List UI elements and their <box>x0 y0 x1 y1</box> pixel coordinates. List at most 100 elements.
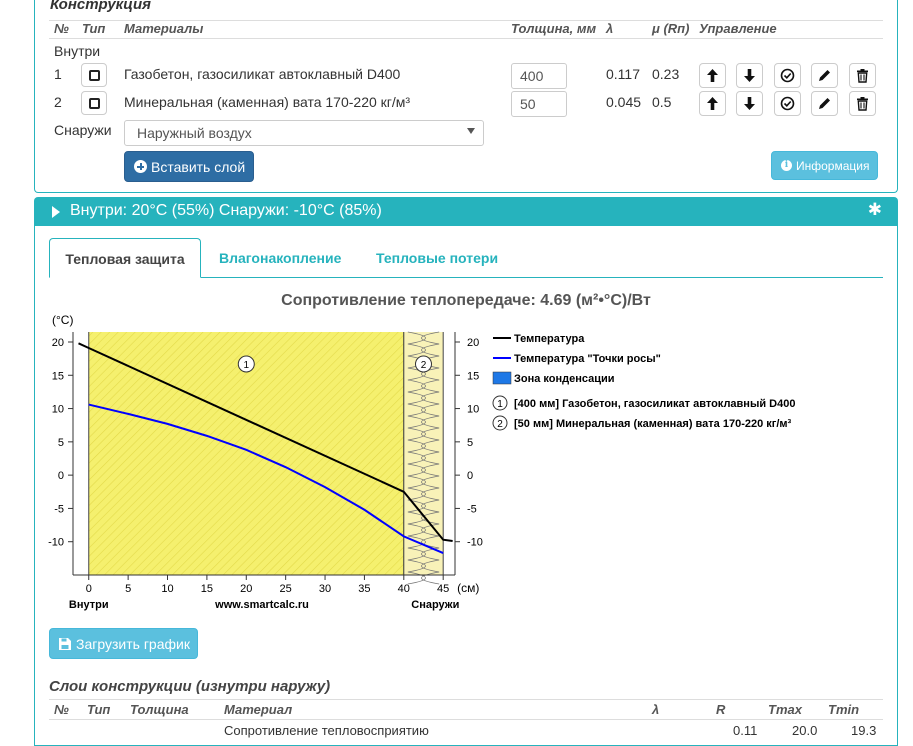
y-tick-label: 10 <box>52 404 64 416</box>
x-tick-label: 10 <box>161 583 173 595</box>
download-chart-label: Загрузить график <box>76 636 190 652</box>
lt-row-r: 0.11 <box>733 723 758 738</box>
x-axis-unit: (см) <box>457 581 479 595</box>
x-tick-label: 15 <box>201 583 213 595</box>
y-tick-label-right: 20 <box>467 337 479 349</box>
arrow-up-icon <box>707 69 718 82</box>
tab-moisture[interactable]: Влагонакопление <box>219 238 341 278</box>
divider <box>49 719 883 720</box>
y-tick-label: 5 <box>58 437 64 449</box>
square-icon <box>89 70 100 81</box>
select-layer-button[interactable] <box>774 63 801 88</box>
col-lambda-header: λ <box>606 21 614 36</box>
x-tick-label: 30 <box>319 583 331 595</box>
lt-row-tmin: 19.3 <box>851 723 877 738</box>
delete-layer-button[interactable] <box>849 63 876 88</box>
lt-num-header: № <box>54 702 69 717</box>
divider <box>49 38 883 39</box>
chevron-down-icon <box>467 128 475 134</box>
pencil-icon <box>819 98 830 109</box>
construction-title: Конструкция <box>50 0 151 13</box>
lt-tmax-header: Tmax <box>768 702 802 717</box>
lt-lambda-header: λ <box>652 702 660 717</box>
col-type-header: Тип <box>82 21 106 36</box>
trash-icon <box>857 69 868 83</box>
layer-type-button[interactable] <box>81 63 107 87</box>
outside-select-value: Наружный воздух <box>137 125 252 141</box>
legend-label: [50 мм] Минеральная (каменная) вата 170-… <box>514 418 792 430</box>
outside-select[interactable]: Наружный воздух <box>124 120 484 146</box>
layer-material: Газобетон, газосиликат автоклавный D400 <box>124 66 401 82</box>
divider <box>49 699 883 700</box>
lt-r-header: R <box>716 702 726 717</box>
conditions-text: Внутри: 20°C (55%) Снаружи: -10°C (85%) <box>70 202 382 219</box>
caret-right-icon <box>52 206 60 218</box>
construction-panel: Конструкция № Тип Материалы Толщина, мм … <box>34 0 898 193</box>
download-chart-button[interactable]: Загрузить график <box>49 628 198 659</box>
row-num: 2 <box>54 94 62 110</box>
delete-layer-button[interactable] <box>849 91 876 116</box>
col-num-header: № <box>54 21 69 36</box>
inside-label: Внутри <box>54 43 101 59</box>
lt-thickness-header: Толщина <box>130 702 189 717</box>
legend-label: Зона конденсации <box>514 373 615 385</box>
legend-box-swatch <box>492 371 512 385</box>
lt-type-header: Тип <box>87 702 111 717</box>
edit-layer-button[interactable] <box>811 91 838 116</box>
info-label: Информация <box>796 159 870 173</box>
col-mu-header: μ (Rп) <box>652 21 690 36</box>
layer-marker-label: 2 <box>421 360 427 371</box>
lt-tmin-header: Tmin <box>828 702 860 717</box>
col-controls-header: Управление <box>699 21 777 36</box>
check-circle-icon <box>780 96 795 111</box>
arrow-up-icon <box>707 97 718 110</box>
move-up-button[interactable] <box>699 91 726 116</box>
legend-label: Температура "Точки росы" <box>514 353 661 365</box>
edit-layer-button[interactable] <box>811 63 838 88</box>
tab-heat-loss[interactable]: Тепловые потери <box>376 238 498 278</box>
insert-layer-label: Вставить слой <box>151 159 246 175</box>
pencil-icon <box>819 70 830 81</box>
layer-type-button[interactable] <box>81 91 107 115</box>
outside-label: Снаружи <box>54 122 112 138</box>
settings-icon[interactable]: ✱ <box>868 200 882 220</box>
legend-label: [400 мм] Газобетон, газосиликат автоклав… <box>514 398 795 410</box>
y-tick-label-right: -5 <box>467 503 477 515</box>
thickness-input[interactable] <box>511 91 567 117</box>
y-tick-label: 0 <box>58 470 64 482</box>
info-button[interactable]: i Информация <box>771 151 878 180</box>
col-thickness-header: Толщина, мм <box>511 21 597 36</box>
y-tick-label-right: -10 <box>467 537 483 549</box>
y-tick-label: 15 <box>52 370 64 382</box>
y-axis-label: (°C) <box>52 313 73 327</box>
y-tick-label: -10 <box>48 537 64 549</box>
legend-marker-label: 2 <box>497 419 503 430</box>
y-tick-label-right: 10 <box>467 404 479 416</box>
select-layer-button[interactable] <box>774 91 801 116</box>
layers-table-title: Слои конструкции (изнутри наружу) <box>49 678 331 695</box>
layer-mu: 0.23 <box>652 66 680 82</box>
x-center-label: www.smartcalc.ru <box>214 599 309 611</box>
col-materials-header: Материалы <box>124 21 204 36</box>
move-down-button[interactable] <box>736 91 763 116</box>
x-tick-label: 20 <box>240 583 252 595</box>
save-icon <box>59 638 71 650</box>
conditions-bar[interactable]: Внутри: 20°C (55%) Снаружи: -10°C (85%) … <box>34 197 898 226</box>
move-up-button[interactable] <box>699 63 726 88</box>
x-left-label: Внутри <box>69 599 109 611</box>
lt-row-material: Сопротивление тепловосприятию <box>224 723 429 738</box>
thickness-input[interactable] <box>511 63 567 89</box>
insert-layer-button[interactable]: Вставить слой <box>124 151 254 182</box>
x-right-label: Снаружи <box>411 599 459 611</box>
layer-material: Минеральная (каменная) вата 170-220 кг/м… <box>124 94 411 110</box>
move-down-button[interactable] <box>736 63 763 88</box>
y-tick-label: 20 <box>52 337 64 349</box>
lt-material-header: Материал <box>224 702 293 717</box>
lt-row-tmax: 20.0 <box>792 723 818 738</box>
trash-icon <box>857 97 868 111</box>
tab-thermal-protection[interactable]: Тепловая защита <box>49 238 201 278</box>
y-tick-label-right: 0 <box>467 470 473 482</box>
legend-label: Температура <box>514 333 585 345</box>
temperature-chart: 1 2 20 20 15 15 10 10 5 5 0 0 -5 -5 -10 -10 0 5 10 15 20 25 3… <box>48 313 795 611</box>
layer-lambda: 0.045 <box>606 94 642 110</box>
